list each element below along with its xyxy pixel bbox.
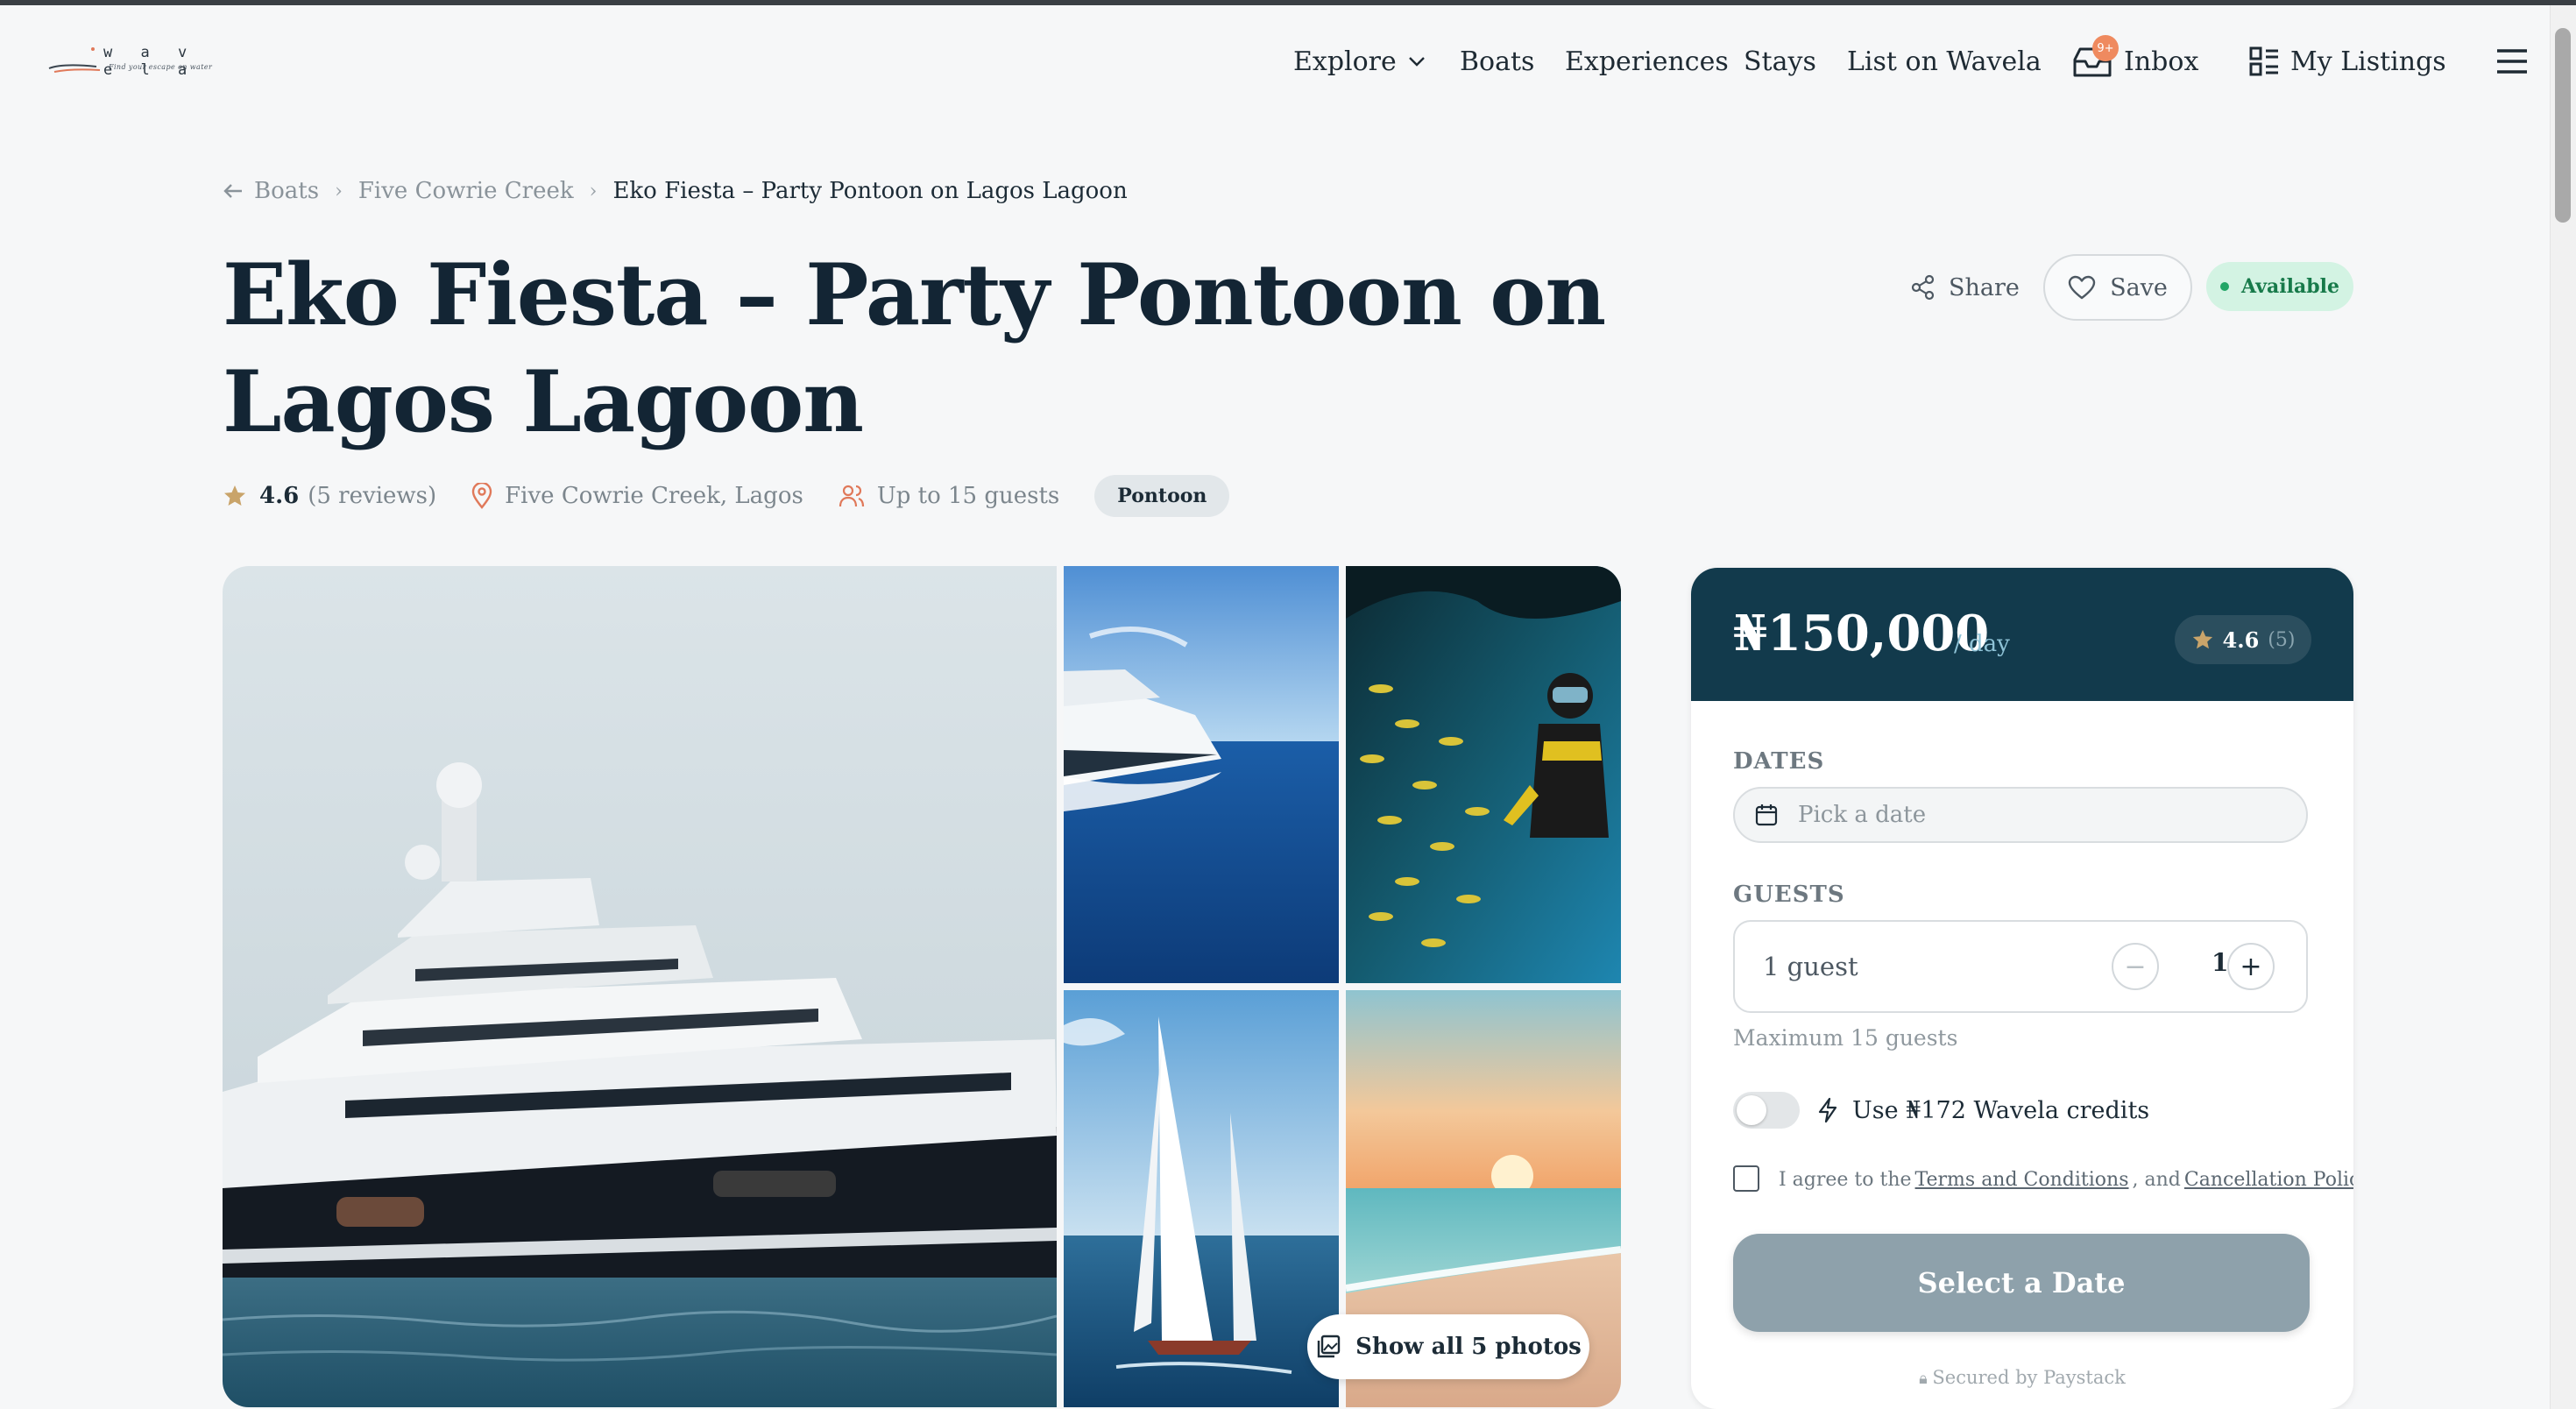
breadcrumb-separator: › xyxy=(589,180,598,202)
cancellation-policy-link[interactable]: Cancellation Policy xyxy=(2184,1169,2353,1191)
show-all-photos-button[interactable]: Show all 5 photos xyxy=(1307,1314,1589,1379)
chip-rating: 4.6 xyxy=(2222,627,2260,653)
page-title: Eko Fiesta – Party Pontoon on Lagos Lago… xyxy=(223,245,1606,451)
guests-label: GUESTS xyxy=(1733,882,1845,908)
lightning-icon xyxy=(1818,1097,1837,1123)
save-button[interactable]: Save xyxy=(2043,254,2192,321)
diver-fish-photo xyxy=(1346,566,1621,983)
max-guests-note: Maximum 15 guests xyxy=(1733,1025,1958,1051)
superyacht-photo xyxy=(223,566,1057,1407)
nav-inbox-label: Inbox xyxy=(2124,46,2199,77)
hamburger-icon xyxy=(2497,49,2527,74)
top-nav: Explore Boats Experiences Stays List on … xyxy=(0,35,2576,84)
nav-my-listings[interactable]: My Listings xyxy=(2248,39,2446,84)
breadcrumb-current: Eko Fiesta – Party Pontoon on Lagos Lago… xyxy=(612,178,1128,204)
guests-text: 1 guest xyxy=(1763,952,1858,981)
terms-checkbox[interactable] xyxy=(1733,1165,1759,1192)
rating-chip: 4.6 (5) xyxy=(2175,615,2311,664)
nav-explore[interactable]: Explore xyxy=(1293,39,1426,84)
nav-inbox[interactable]: 9+ Inbox xyxy=(2071,35,2199,84)
share-icon xyxy=(1911,274,1935,301)
nav-list-label: List on Wavela xyxy=(1847,46,2042,77)
share-button[interactable]: Share xyxy=(1910,261,2020,314)
agree-and: , and xyxy=(2132,1168,2181,1191)
nav-stays-label: Stays xyxy=(1744,46,1816,77)
photo-main[interactable] xyxy=(223,566,1057,1407)
breadcrumb: Boats › Five Cowrie Creek › Eko Fiesta –… xyxy=(223,173,1128,209)
gallery-icon xyxy=(1317,1335,1341,1358)
show-all-label: Show all 5 photos xyxy=(1355,1334,1582,1360)
photo-2[interactable] xyxy=(1064,566,1339,983)
arrow-left-icon[interactable] xyxy=(223,182,244,200)
status-dot-icon xyxy=(2220,282,2230,291)
credits-toggle[interactable] xyxy=(1733,1092,1800,1129)
booking-card: ₦150,000 / day 4.6 (5) DATES Pick a date… xyxy=(1691,568,2353,1409)
star-icon xyxy=(224,485,245,506)
chevron-down-icon xyxy=(1408,57,1425,67)
price-unit: / day xyxy=(1954,631,2010,657)
scrollbar[interactable] xyxy=(2550,5,2576,1409)
decrement-button[interactable]: − xyxy=(2112,943,2159,990)
agree-prefix: I agree to the xyxy=(1779,1168,1912,1191)
lock-icon: 🔒︎ xyxy=(1919,1370,1933,1388)
status-badge: Available xyxy=(2206,262,2353,311)
breadcrumb-separator: › xyxy=(335,180,343,202)
users-icon xyxy=(839,485,864,507)
date-picker-input[interactable]: Pick a date xyxy=(1733,787,2308,843)
location: Five Cowrie Creek, Lagos xyxy=(471,483,803,509)
terms-text: I agree to the Terms and Conditions , an… xyxy=(1779,1165,2353,1193)
location-pin-icon xyxy=(471,483,492,509)
motor-yacht-photo xyxy=(1064,566,1339,983)
save-label: Save xyxy=(2110,273,2168,301)
nav-experiences-label: Experiences xyxy=(1565,46,1729,77)
price: ₦150,000 xyxy=(1733,605,1990,662)
secured-label: Secured by Paystack xyxy=(1932,1367,2126,1388)
heart-icon xyxy=(2068,275,2096,300)
status-label: Available xyxy=(2241,275,2339,298)
select-date-button[interactable]: Select a Date xyxy=(1733,1234,2310,1332)
nav-experiences[interactable]: Experiences xyxy=(1565,39,1729,84)
nav-my-listings-label: My Listings xyxy=(2290,46,2446,77)
nav-list-on-wavela[interactable]: List on Wavela xyxy=(1847,39,2042,84)
date-placeholder: Pick a date xyxy=(1798,802,1927,828)
menu-button[interactable] xyxy=(2495,39,2529,84)
credits-label: Use ₦172 Wavela credits xyxy=(1852,1096,2150,1124)
inbox-badge: 9+ xyxy=(2092,35,2119,61)
credits-row: Use ₦172 Wavela credits xyxy=(1817,1092,2149,1129)
chip-count: (5) xyxy=(2268,628,2296,651)
increment-button[interactable]: + xyxy=(2227,943,2275,990)
nav-explore-label: Explore xyxy=(1293,46,1397,77)
booking-header: ₦150,000 / day 4.6 (5) xyxy=(1691,568,2353,701)
calendar-icon xyxy=(1755,804,1778,826)
listing-meta: 4.6 (5 reviews) Five Cowrie Creek, Lagos… xyxy=(223,471,1230,520)
guests-field: 1 guest − 1 + xyxy=(1733,920,2308,1013)
photo-4[interactable] xyxy=(1064,990,1339,1407)
sailboat-photo xyxy=(1064,990,1339,1407)
breadcrumb-creek[interactable]: Five Cowrie Creek xyxy=(358,178,574,204)
guest-count: 1 xyxy=(2212,948,2229,977)
terms-link[interactable]: Terms and Conditions xyxy=(1915,1169,2129,1191)
boat-type-pill: Pontoon xyxy=(1094,475,1230,517)
star-icon xyxy=(2192,629,2212,649)
location-label: Five Cowrie Creek, Lagos xyxy=(505,483,803,509)
nav-stays[interactable]: Stays xyxy=(1744,39,1816,84)
photo-3[interactable] xyxy=(1346,566,1621,983)
secured-note: 🔒︎ Secured by Paystack xyxy=(1691,1367,2353,1388)
dates-label: DATES xyxy=(1733,748,1825,775)
nav-boats-label: Boats xyxy=(1460,46,1535,77)
rating-value: 4.6 xyxy=(259,483,300,509)
photo-gallery xyxy=(223,566,1621,1407)
toggle-knob xyxy=(1737,1095,1766,1125)
reviews-count[interactable]: (5 reviews) xyxy=(308,483,436,509)
breadcrumb-boats[interactable]: Boats xyxy=(254,178,319,204)
capacity: Up to 15 guests xyxy=(839,483,1059,509)
listings-icon xyxy=(2249,46,2278,76)
nav-boats[interactable]: Boats xyxy=(1460,39,1534,84)
capacity-label: Up to 15 guests xyxy=(876,483,1060,509)
window-top-bar xyxy=(0,0,2576,5)
share-label: Share xyxy=(1949,273,2020,301)
